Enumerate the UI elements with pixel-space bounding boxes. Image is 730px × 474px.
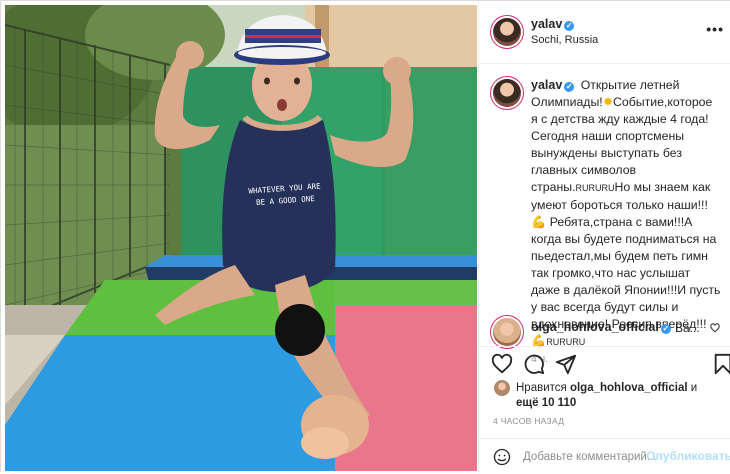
more-icon[interactable]: ••• [706,21,724,37]
likes-count[interactable]: ещё 10 110 [516,397,576,409]
verified-icon: ✓ [564,21,575,31]
publish-button[interactable]: Опубликовать [646,449,730,463]
bookmark-icon[interactable] [712,353,730,375]
flag-emoji-text: RURURU [575,183,615,193]
post-timestamp[interactable]: 4 ЧАСОВ НАЗАД [493,416,564,426]
post-caption: yalav ✓ Открытие летней Олимпиады!✸Событи… [479,65,730,365]
post-location[interactable]: Sochi, Russia [531,34,598,46]
heart-icon[interactable] [491,353,513,375]
comment-like-icon[interactable] [710,323,720,333]
flexed-biceps-icon: 💪 [531,215,547,229]
likes-text: Нравится olga_hohlova_official и ещё 10 … [516,381,721,411]
verified-icon: ✓ [564,82,575,92]
caption-avatar[interactable] [493,79,521,107]
likes-summary: Нравится olga_hohlova_official и ещё 10 … [479,379,730,409]
share-icon[interactable] [555,353,577,375]
commenter-username[interactable]: olga_hohlova_official ✓ [531,320,671,334]
verified-icon: ✓ [660,324,671,334]
post-header: yalav ✓ Sochi, Russia ••• [479,1,730,64]
caption-username[interactable]: yalav ✓ [531,78,575,92]
commenter-avatar[interactable] [493,318,521,346]
author-username[interactable]: yalav ✓ [531,17,575,31]
liker-avatar[interactable] [494,380,510,396]
liker-username[interactable]: olga_hohlova_official [570,382,688,394]
comment-text: Ва... [675,321,700,335]
comment-input[interactable] [523,448,663,466]
likes-and: и [690,382,698,394]
post-sidebar: yalav ✓ Sochi, Russia ••• yalav ✓ Открытие… [478,1,730,473]
add-comment-bar: Опубликовать [479,438,730,474]
comment-icon[interactable] [523,353,545,375]
smile-icon[interactable] [493,448,511,466]
photo-illustration [5,5,477,471]
action-bar [479,346,730,381]
likes-prefix: Нравится [516,382,567,394]
comment-row: olga_hohlova_official ✓ Ва... [479,308,730,346]
post-photo[interactable]: WHATEVER YOU ARE BE A GOOD ONE [5,5,477,471]
post-frame: WHATEVER YOU ARE BE A GOOD ONE yalav ✓ So… [0,0,730,473]
sparkle-icon: ✸ [602,95,614,109]
author-avatar[interactable] [493,18,521,46]
